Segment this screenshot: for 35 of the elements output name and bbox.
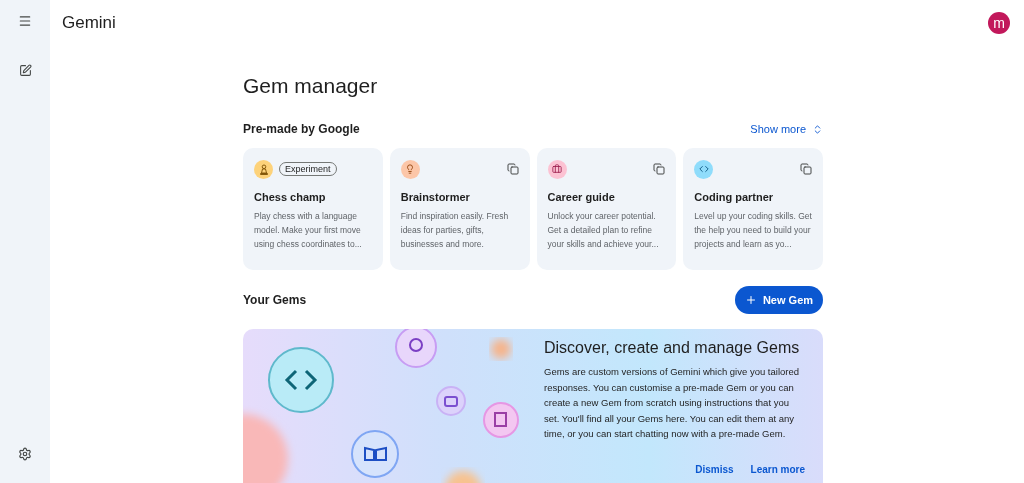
copy-icon[interactable] — [800, 163, 812, 175]
code-icon — [698, 164, 709, 174]
card-title: Brainstormer — [400, 191, 471, 203]
card-description: Level up your coding skills. Get the help you need to build your projects and learn as yo... — [694, 210, 812, 251]
card-description: Unlock your career potential. Get a detailed plan to refine your skills and achieve your... — [547, 210, 660, 251]
card-title: Coding partner — [694, 191, 775, 203]
lightbulb-icon — [405, 164, 416, 174]
dismiss-button[interactable]: Dismiss — [695, 463, 734, 475]
copy-icon[interactable] — [653, 163, 666, 175]
section-heading: Your Gems — [243, 293, 307, 307]
page-title: Gem manager — [243, 74, 379, 98]
gem-card[interactable]: Brainstormer Find inspiration easily. Fresh ideas for parties, gifts, businesses and more. — [389, 148, 530, 270]
banner-title: Discover, create and manage Gems — [544, 339, 801, 357]
app-title: Gemini — [62, 13, 116, 33]
new-gem-button[interactable]: New Gem — [735, 286, 823, 314]
chevrons-icon — [812, 123, 823, 135]
gem-card[interactable]: Experiment Chess champ Play chess with a language model. Make your first move using chess coordinates to... — [243, 148, 383, 270]
gem-card[interactable]: Career guide Unlock your career potential. Get a detailed plan to refine your skills and achieve your... — [536, 148, 677, 270]
gem-card[interactable]: Coding partner Level up your coding skills. Get the help you need to build your projects and learn as yo... — [683, 148, 823, 270]
pawn-icon — [258, 163, 269, 175]
card-description: Find inspiration easily. Fresh ideas for parties, gifts, businesses and more. — [400, 210, 510, 251]
menu-button[interactable] — [18, 14, 32, 28]
card-title: Career guide — [547, 191, 616, 203]
learn-more-link[interactable]: Learn more — [750, 463, 805, 475]
banner-text: Gems are custom versions of Gemini which give you tailored responses. You can customise a pre-made Gem or you can create a new Gem from scratch using instructions that you set. You'll find all your Gems here. You can edit them at any time, or you can start chatting now with a pre-made Gem. — [544, 365, 801, 441]
new-chat-button[interactable] — [18, 64, 32, 77]
settings-button[interactable] — [18, 447, 32, 461]
briefcase-icon — [552, 164, 562, 174]
plus-icon — [744, 294, 757, 306]
show-more-button[interactable]: Show more — [750, 123, 823, 135]
card-description: Play chess with a language model. Make your first move using chess coordinates to... — [254, 210, 363, 251]
section-heading: Pre-made by Google — [243, 122, 360, 136]
card-title: Chess champ — [254, 191, 327, 203]
avatar[interactable]: m — [988, 12, 1010, 34]
copy-icon[interactable] — [506, 163, 519, 175]
